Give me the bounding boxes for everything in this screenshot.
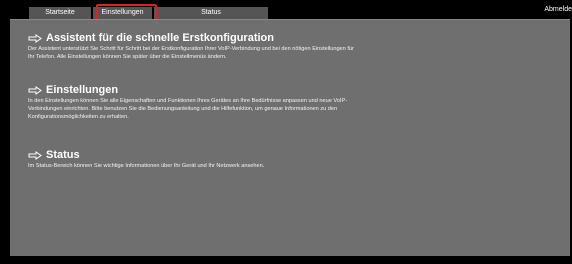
- section-einstellungen-title[interactable]: Einstellungen: [28, 84, 358, 96]
- arrow-right-icon: [28, 85, 42, 95]
- main-content-panel: Assistent für die schnelle Erstkonfigura…: [10, 19, 570, 256]
- section-status: Status Im Status-Bereich können Sie wich…: [28, 149, 358, 170]
- section-assistent-title-text: Assistent für die schnelle Erstkonfigura…: [46, 32, 274, 44]
- logout-link[interactable]: Abmelde: [544, 6, 572, 13]
- tab-einstellungen[interactable]: Einstellungen: [93, 7, 152, 19]
- section-assistent-description: Der Assistent unterstützt Sie Schritt fü…: [28, 46, 354, 60]
- arrow-right-icon: [28, 33, 42, 43]
- section-einstellungen-title-text: Einstellungen: [46, 84, 119, 96]
- top-navigation-bar: Startseite Einstellungen Status Abmelde: [0, 0, 572, 23]
- arrow-right-icon: [28, 150, 42, 160]
- section-assistent-title[interactable]: Assistent für die schnelle Erstkonfigura…: [28, 32, 358, 44]
- tab-status[interactable]: Status: [154, 7, 268, 19]
- tab-bar: Startseite Einstellungen Status: [29, 7, 270, 19]
- tab-startseite[interactable]: Startseite: [29, 7, 91, 19]
- section-einstellungen: Einstellungen In den Einstellungen könne…: [28, 84, 358, 121]
- section-status-title-text: Status: [46, 149, 80, 161]
- section-status-title[interactable]: Status: [28, 149, 358, 161]
- section-status-description: Im Status-Bereich können Sie wichtige In…: [28, 163, 265, 169]
- section-einstellungen-description: In den Einstellungen können Sie alle Eig…: [28, 98, 348, 120]
- section-assistent: Assistent für die schnelle Erstkonfigura…: [28, 32, 358, 61]
